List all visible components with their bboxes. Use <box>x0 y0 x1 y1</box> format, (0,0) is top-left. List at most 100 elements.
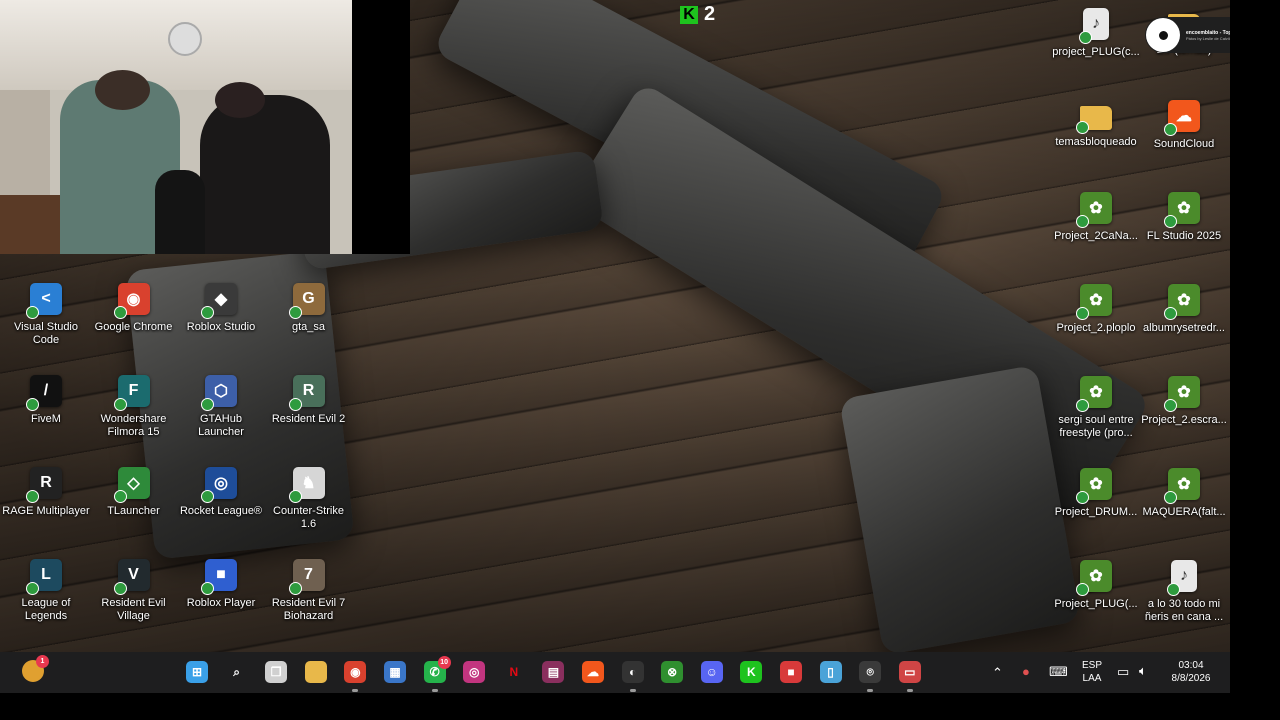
desktop-icon[interactable]: L League of Legends <box>2 559 90 623</box>
discord-button[interactable]: ☺ <box>700 661 723 683</box>
start-button[interactable]: ⊞ <box>186 661 208 683</box>
microphone-icon[interactable]: ● <box>1022 665 1030 678</box>
clock-date: 8/8/2026 <box>1171 673 1211 684</box>
roblox-icon: ■ <box>787 665 795 679</box>
desktop-icon[interactable]: ♞ Counter-Strike 1.6 <box>265 467 353 531</box>
desktop-icon[interactable]: ✿ Project_2.ploplo <box>1052 284 1140 335</box>
netflix-button[interactable]: N <box>503 661 525 683</box>
roblox-icon: ■ <box>201 559 237 595</box>
desktop-icon[interactable]: V Resident Evil Village <box>90 559 178 623</box>
fivem-icon: / <box>26 375 62 411</box>
sync-check-icon <box>26 398 39 411</box>
sync-check-icon <box>201 490 214 503</box>
sync-check-icon <box>1164 491 1177 504</box>
notes-icon: ▯ <box>827 665 834 679</box>
desktop-icon[interactable]: ◎ Rocket League® <box>177 467 265 518</box>
desktop-icon[interactable]: ✿ FL Studio 2025 <box>1140 192 1228 243</box>
obs-icon: ◐ <box>628 665 637 679</box>
desktop-icon[interactable]: R RAGE Multiplayer <box>2 467 90 518</box>
file-explorer-button[interactable] <box>304 661 327 683</box>
running-indicator <box>867 689 874 692</box>
tlauncher-icon: ◇ <box>113 467 150 503</box>
desktop-icon[interactable]: ✿ sergi soul entre freestyle (pro... <box>1052 376 1140 440</box>
sync-check-icon <box>288 306 302 319</box>
kick-viewer-counter: K 2 <box>680 3 715 26</box>
desktop-icon[interactable]: ⬡ GTAHub Launcher <box>177 375 265 439</box>
desktop-icon[interactable]: ◇ TLauncher <box>90 467 178 518</box>
running-indicator <box>431 689 438 692</box>
desktop-icon-label: Roblox Player <box>186 597 256 609</box>
filmora-icon: F <box>113 375 150 411</box>
kick-button[interactable]: K <box>740 661 763 683</box>
language-indicator[interactable]: ESP LAA <box>1079 659 1105 685</box>
maps-button[interactable]: ⌾ <box>859 661 882 683</box>
desktop-icon[interactable]: ♪ a lo 30 todo mi ñeris en cana ... <box>1140 560 1228 624</box>
desktop-icon[interactable]: ☁ SoundCloud <box>1140 100 1228 151</box>
gallery-icon: ▭ <box>904 665 916 679</box>
desktop-icon-label: League of Legends <box>21 597 71 622</box>
store-button[interactable]: ▦ <box>384 661 406 683</box>
task-view-icon: ❐ <box>270 665 282 679</box>
fl-project-icon: ✿ <box>1076 468 1112 504</box>
chevron-up-icon[interactable]: ⌃ <box>992 666 1003 679</box>
desktop-icon[interactable]: F Wondershare Filmora 15 <box>90 375 178 439</box>
volume-icon[interactable]: 🔈︎ <box>1139 664 1147 677</box>
sync-check-icon <box>1164 215 1177 228</box>
whatsapp-button[interactable]: ✆ 10 <box>423 656 451 683</box>
chrome-button[interactable]: ◉ <box>344 661 367 683</box>
desktop-icon[interactable]: ✿ MAQUERA(falt... <box>1140 468 1228 519</box>
task-view-button[interactable]: ❐ <box>265 661 288 683</box>
sync-check-icon <box>26 582 39 595</box>
instagram-button[interactable]: ◎ <box>463 661 486 683</box>
clock[interactable]: 03:04 8/8/2026 <box>1166 659 1216 685</box>
sync-check-icon <box>1076 121 1089 134</box>
desktop-icon[interactable]: / FiveM <box>2 375 90 426</box>
sync-check-icon <box>113 582 127 595</box>
desktop-icon[interactable]: temasbloqueado <box>1052 100 1140 149</box>
desktop-icon[interactable]: ✿ Project_PLUG(... <box>1052 560 1140 611</box>
weather-icon[interactable]: 1 <box>22 655 49 682</box>
roblox-button[interactable]: ■ <box>780 661 802 683</box>
winrar-button[interactable]: ▤ <box>542 661 565 683</box>
sync-check-icon <box>1079 31 1092 44</box>
desktop-icon[interactable]: ♪ project_PLUG(c... <box>1052 8 1140 59</box>
audio-file-icon: ♪ <box>1079 8 1109 44</box>
keyboard-icon[interactable]: ⌨ <box>1049 665 1068 678</box>
desktop-icon-label: FiveM <box>31 413 61 425</box>
desktop-icon-label: Resident Evil Village <box>101 597 166 622</box>
desktop-icon-label: temasbloqueado <box>1055 136 1137 148</box>
desktop-icon[interactable]: < Visual Studio Code <box>2 283 90 347</box>
notification-badge: 10 <box>437 656 451 669</box>
soundcloud-button[interactable]: ☁ <box>582 661 604 683</box>
xbox-button[interactable]: ⊗ <box>661 661 684 683</box>
obs-button[interactable]: ◐ <box>621 661 644 683</box>
desktop-icon[interactable]: ◆ Roblox Studio <box>177 283 265 334</box>
netflix-icon: N <box>509 665 519 679</box>
desktop-icon[interactable]: 7 Resident Evil 7 Biohazard <box>265 559 353 623</box>
sync-check-icon <box>201 582 214 595</box>
sync-check-icon <box>113 398 127 411</box>
desktop-icon[interactable]: Ggta_sa <box>265 283 353 334</box>
desktop-icon[interactable]: ✿ Project_2.escra... <box>1140 376 1228 427</box>
gallery-button[interactable]: ▭ <box>898 661 921 683</box>
desktop-icon[interactable]: ✿ Project_DRUM... <box>1052 468 1140 519</box>
xbox-icon: ⊗ <box>667 665 678 679</box>
sync-check-icon <box>201 398 214 411</box>
sync-check-icon <box>1164 307 1177 320</box>
desktop-icon-label: Resident Evil 2 <box>271 413 346 425</box>
desktop-icon[interactable]: R Resident Evil 2 <box>265 375 353 426</box>
desktop-icon-label: Project_2CaNa... <box>1054 230 1138 242</box>
desktop-icon[interactable]: ◉ Google Chrome <box>90 283 178 334</box>
desktop-icon-label: Wondershare Filmora 15 <box>100 413 167 438</box>
network-icon[interactable]: ▭ <box>1117 665 1129 678</box>
taskbar: 1 ⊞ ⌕ ❐ ◉ ▦ ✆ 10 ◎ N ▤ ☁ ◐ ⊗ ☺ K ■ ▯ ⌾ ▭ ⌃ ● ⌨ ESP LAA ▭ 🔈… <box>0 652 1230 693</box>
desktop-icon-label: Resident Evil 7 Biohazard <box>271 597 346 622</box>
notes-button[interactable]: ▯ <box>819 661 842 683</box>
sync-check-icon <box>288 490 302 503</box>
desktop-icon[interactable]: ✿ Project_2CaNa... <box>1052 192 1140 243</box>
desktop-icon[interactable]: ✿ albumrysetredr... <box>1140 284 1228 335</box>
sync-check-icon <box>113 490 127 503</box>
desktop-icon-label: Project_PLUG(... <box>1054 598 1138 610</box>
desktop-icon[interactable]: ■ Roblox Player <box>177 559 265 610</box>
search-button[interactable]: ⌕ <box>226 661 248 683</box>
